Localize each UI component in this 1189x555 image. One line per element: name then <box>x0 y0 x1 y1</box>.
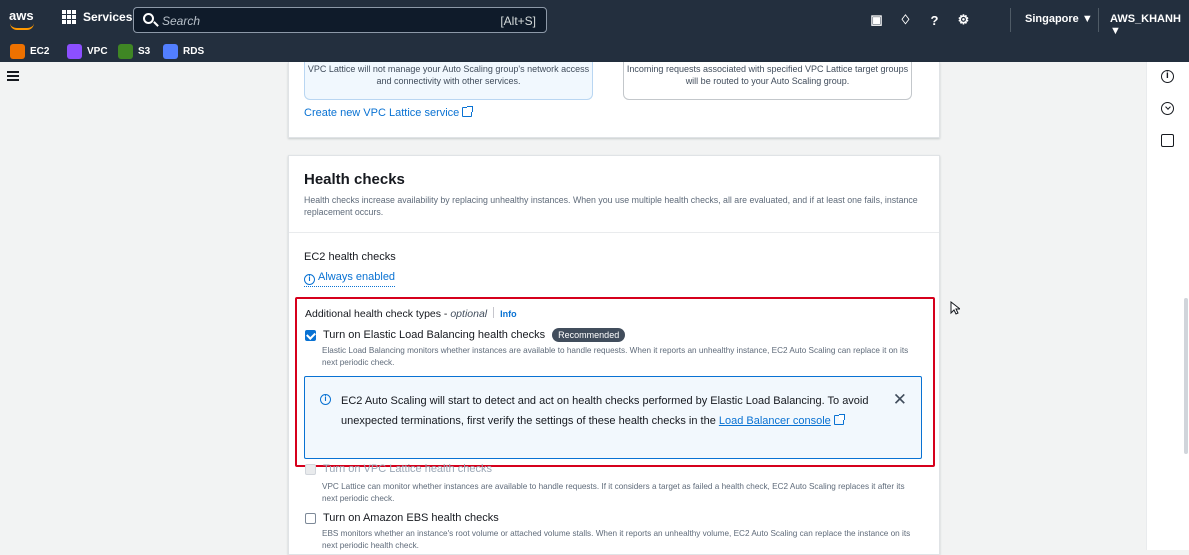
lattice-health-check-option: Turn on VPC Lattice health checks <box>305 463 492 475</box>
alert-info-icon: i <box>320 394 331 405</box>
ebs-health-check-label: Turn on Amazon EBS health checks <box>323 512 499 524</box>
ebs-health-check-option[interactable]: Turn on Amazon EBS health checks <box>305 512 499 524</box>
services-grid-icon <box>62 10 76 24</box>
account-menu[interactable]: AWS_KHANH ▼ <box>1110 13 1189 37</box>
always-enabled-popover[interactable]: i Always enabled <box>304 271 396 287</box>
mouse-cursor-icon <box>950 301 960 315</box>
aws-logo[interactable]: aws <box>9 8 39 32</box>
cloudshell-icon[interactable]: ▣ <box>862 12 891 28</box>
favorite-label: S3 <box>138 45 151 57</box>
health-checks-title: Health checks <box>304 171 405 188</box>
lattice-option-attach[interactable]: Incoming requests associated with specif… <box>623 62 912 100</box>
search-icon <box>143 13 154 24</box>
help-icon[interactable]: ? <box>920 13 949 28</box>
rds-icon <box>163 43 178 59</box>
topbar-divider <box>1098 8 1099 32</box>
lattice-option-none[interactable]: VPC Lattice will not manage your Auto Sc… <box>304 62 593 100</box>
services-button[interactable]: Services <box>62 10 132 24</box>
ebs-health-check-checkbox[interactable] <box>305 512 316 524</box>
section-divider <box>289 232 939 233</box>
top-navigation-bar: aws Services Search [Alt+S] ▣ ♢ ? ⚙ Sing… <box>0 0 1189 40</box>
alert-message: EC2 Auto Scaling will start to detect an… <box>341 391 896 431</box>
external-link-icon <box>833 414 845 425</box>
always-enabled-label: Always enabled <box>318 271 396 283</box>
topbar-divider <box>1010 8 1011 32</box>
right-utility-rail <box>1146 62 1189 550</box>
lattice-health-check-label: Turn on VPC Lattice health checks <box>323 463 492 475</box>
create-lattice-service-link[interactable]: Create new VPC Lattice service <box>304 106 474 119</box>
ebs-health-check-description: EBS monitors whether an instance's root … <box>322 529 911 550</box>
favorite-s3[interactable]: S3 <box>118 43 150 59</box>
vpc-lattice-panel: VPC Lattice will not manage your Auto Sc… <box>288 62 940 138</box>
settings-icon[interactable]: ⚙ <box>949 12 978 28</box>
close-icon[interactable]: ✕ <box>893 391 907 408</box>
feedback-icon[interactable] <box>1161 134 1174 147</box>
recommended-badge: Recommended <box>552 328 626 342</box>
ec2-icon <box>10 43 25 59</box>
favorite-label: EC2 <box>30 45 50 57</box>
search-input[interactable]: Search [Alt+S] <box>133 7 547 33</box>
info-panel-icon[interactable] <box>1161 70 1174 83</box>
s3-icon <box>118 43 133 59</box>
lattice-health-check-checkbox <box>305 463 316 475</box>
vpc-icon <box>67 43 82 59</box>
region-selector[interactable]: Singapore ▼ <box>1025 13 1093 25</box>
info-icon: i <box>304 274 315 285</box>
favorite-label: VPC <box>87 45 108 57</box>
ec2-health-checks-title: EC2 health checks <box>304 251 396 263</box>
search-shortcut: [Alt+S] <box>500 14 536 28</box>
external-link-icon <box>462 106 474 117</box>
health-checks-description: Health checks increase availability by r… <box>304 195 918 217</box>
lattice-health-check-description: VPC Lattice can monitor whether instance… <box>322 482 905 503</box>
optional-text: optional <box>450 308 488 320</box>
aws-logo-text: aws <box>9 8 34 23</box>
additional-label-text: Additional health check types - <box>305 308 451 320</box>
services-label: Services <box>83 10 133 24</box>
favorite-label: RDS <box>183 45 205 57</box>
aws-smile-icon <box>10 23 34 30</box>
info-link[interactable]: Info <box>500 309 517 319</box>
favorites-bar: EC2 VPC S3 RDS <box>0 40 1189 62</box>
page-scrollbar[interactable] <box>1184 298 1188 454</box>
info-alert: i EC2 Auto Scaling will start to detect … <box>304 376 922 459</box>
elb-health-check-checkbox[interactable] <box>305 329 316 341</box>
favorite-vpc[interactable]: VPC <box>67 43 108 59</box>
label-separator <box>493 307 495 318</box>
elb-health-check-description: Elastic Load Balancing monitors whether … <box>322 346 909 367</box>
favorite-ec2[interactable]: EC2 <box>10 43 49 59</box>
bell-icon[interactable]: ♢ <box>891 12 920 28</box>
search-placeholder: Search <box>162 14 201 28</box>
elb-health-check-option[interactable]: Turn on Elastic Load Balancing health ch… <box>305 328 626 342</box>
additional-health-check-label: Additional health check types - optional… <box>305 307 517 320</box>
menu-icon[interactable] <box>7 71 19 81</box>
load-balancer-console-link[interactable]: Load Balancer console <box>719 415 831 427</box>
history-icon[interactable] <box>1161 102 1174 115</box>
favorite-rds[interactable]: RDS <box>163 43 204 59</box>
elb-health-check-label: Turn on Elastic Load Balancing health ch… <box>323 329 546 341</box>
create-lattice-service-label: Create new VPC Lattice service <box>304 107 460 119</box>
